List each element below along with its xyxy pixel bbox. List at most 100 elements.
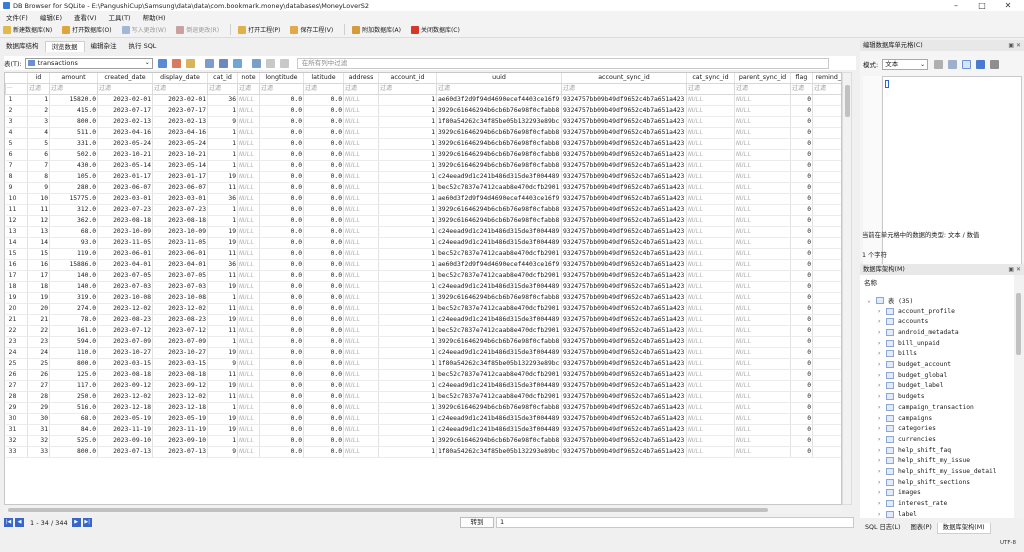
table-cell[interactable]: NULL	[343, 325, 379, 337]
table-cell[interactable]: 0.0	[303, 160, 344, 172]
table-cell[interactable]: 117.0	[49, 380, 98, 392]
table-cell[interactable]: 0	[790, 127, 813, 139]
row-number[interactable]: 33	[5, 446, 28, 458]
new-database-button[interactable]: 新建数据库(N)	[0, 23, 57, 36]
table-cell[interactable]: NULL	[343, 105, 379, 117]
table-cell[interactable]: 125.0	[49, 369, 98, 381]
row-number[interactable]: 20	[5, 303, 28, 315]
table-cell[interactable]: NULL	[686, 193, 735, 205]
row-number[interactable]: 26	[5, 369, 28, 381]
table-cell[interactable]: 1	[207, 204, 238, 216]
table-cell[interactable]: 2023-04-01	[97, 259, 153, 271]
table-cell[interactable]: 2023-07-03	[152, 281, 208, 293]
table-cell[interactable]: 2023-03-15	[152, 358, 208, 370]
table-cell[interactable]: 0	[790, 94, 813, 106]
prev-page-button[interactable]: ◀	[15, 518, 24, 527]
table-cell[interactable]: 9324757bb09b49df9652c4b7a651a423	[561, 391, 687, 403]
table-cell[interactable]: NULL	[734, 281, 791, 293]
table-cell[interactable]: 0.0	[303, 226, 344, 238]
table-cell[interactable]: 1	[378, 237, 437, 249]
table-cell[interactable]: 110.0	[49, 347, 98, 359]
table-cell[interactable]: 1	[207, 160, 238, 172]
table-cell[interactable]: 312.0	[49, 204, 98, 216]
table-cell[interactable]: c24eead9d1c241b486d315de3f004489	[436, 380, 562, 392]
table-cell[interactable]: 20	[27, 303, 50, 315]
table-cell[interactable]: 32	[27, 435, 50, 447]
table-cell[interactable]: NULL	[686, 292, 735, 304]
table-cell[interactable]: NULL	[237, 446, 260, 458]
table-cell[interactable]: NULL	[237, 292, 260, 304]
table-cell[interactable]: 0.0	[303, 347, 344, 359]
table-cell[interactable]: 3	[27, 116, 50, 128]
schema-table-item[interactable]: › budget_global	[876, 370, 947, 380]
table-cell[interactable]: 0.0	[259, 204, 304, 216]
table-cell[interactable]: 0	[790, 358, 813, 370]
table-cell[interactable]: 9324757bb09b49df9652c4b7a651a423	[561, 171, 687, 183]
table-cell[interactable]: 0	[812, 149, 841, 161]
table-cell[interactable]: 0	[790, 149, 813, 161]
table-cell[interactable]: NULL	[343, 127, 379, 139]
table-cell[interactable]: 3929c61646294b6cb6b76e98f0cfabb8	[436, 336, 562, 348]
minimize-button[interactable]: –	[946, 0, 966, 11]
table-cell[interactable]: 0.0	[259, 281, 304, 293]
table-cell[interactable]: 2023-11-19	[152, 424, 208, 436]
table-cell[interactable]: 0	[790, 446, 813, 458]
table-cell[interactable]: 3929c61646294b6cb6b76e98f0cfabb8	[436, 127, 562, 139]
table-cell[interactable]: NULL	[686, 248, 735, 260]
row-number[interactable]: 31	[5, 424, 28, 436]
table-cell[interactable]: 1	[378, 325, 437, 337]
table-cell[interactable]: NULL	[343, 380, 379, 392]
table-cell[interactable]: 2023-01-17	[152, 171, 208, 183]
column-filter-input[interactable]: 过滤	[812, 83, 841, 95]
schema-table-item[interactable]: › bill_unpaid	[876, 338, 940, 348]
table-row[interactable]: 10 10 15775.0 2023-03-01 2023-03-01 36 NULL 0.0…	[5, 193, 841, 205]
table-cell[interactable]: 0.0	[303, 303, 344, 315]
table-cell[interactable]: NULL	[343, 160, 379, 172]
last-page-button[interactable]: ▶|	[82, 518, 92, 527]
table-cell[interactable]: 15886.0	[49, 259, 98, 271]
table-cell[interactable]: 17	[27, 270, 50, 282]
table-row[interactable]: 5 5 331.0 2023-05-24 2023-05-24 1 NULL 0.0 0.0 NU…	[5, 138, 841, 150]
menu-item[interactable]: 编辑(E)	[40, 12, 62, 22]
table-cell[interactable]: 23	[27, 336, 50, 348]
row-number[interactable]: 9	[5, 182, 28, 194]
table-cell[interactable]: 0	[790, 413, 813, 425]
table-cell[interactable]: 800.0	[49, 446, 98, 458]
column-header[interactable]: uuid	[436, 73, 562, 84]
table-cell[interactable]: 9	[207, 116, 238, 128]
table-cell[interactable]: 0.0	[303, 204, 344, 216]
table-cell[interactable]: 3929c61646294b6cb6b76e98f0cfabb8	[436, 105, 562, 117]
table-cell[interactable]: c24eead9d1c241b486d315de3f004489	[436, 237, 562, 249]
table-cell[interactable]: 0	[812, 325, 841, 337]
table-cell[interactable]: 0	[812, 369, 841, 381]
table-cell[interactable]: 9324757bb09b49df9652c4b7a651a423	[561, 105, 687, 117]
table-cell[interactable]: 2023-11-05	[152, 237, 208, 249]
table-cell[interactable]: NULL	[237, 138, 260, 150]
table-cell[interactable]: 0.0	[259, 138, 304, 150]
table-cell[interactable]: 9324757bb09b49df9652c4b7a651a423	[561, 336, 687, 348]
table-cell[interactable]: 0.0	[303, 94, 344, 106]
table-cell[interactable]: 9324757bb09b49df9652c4b7a651a423	[561, 160, 687, 172]
table-cell[interactable]: 0	[812, 336, 841, 348]
save-filter-icon[interactable]	[185, 58, 195, 68]
table-cell[interactable]: 0	[812, 127, 841, 139]
column-filter-input[interactable]: 过滤	[686, 83, 735, 95]
table-cell[interactable]: 15775.0	[49, 193, 98, 205]
table-cell[interactable]: 0	[790, 424, 813, 436]
table-cell[interactable]: NULL	[343, 182, 379, 194]
table-cell[interactable]: 1f80a54262c34f85be05b132293e89bc	[436, 116, 562, 128]
table-cell[interactable]: 1f80a54262c34f85be05b132293e89bc	[436, 446, 562, 458]
table-cell[interactable]: 1	[378, 336, 437, 348]
table-cell[interactable]: 1	[378, 303, 437, 315]
table-cell[interactable]: 0.0	[303, 259, 344, 271]
filter-all-columns-input[interactable]: 在所有列中过滤	[296, 57, 829, 69]
table-cell[interactable]: 0.0	[259, 391, 304, 403]
table-cell[interactable]: 516.0	[49, 402, 98, 414]
table-cell[interactable]: 0.0	[303, 435, 344, 447]
table-row[interactable]: 30 30 68.0 2023-05-19 2023-05-19 19 NULL 0.0 0.0…	[5, 413, 841, 425]
table-cell[interactable]: 0.0	[303, 281, 344, 293]
table-cell[interactable]: 2023-01-17	[97, 171, 153, 183]
table-cell[interactable]: 2023-06-07	[152, 182, 208, 194]
table-cell[interactable]: 1	[378, 204, 437, 216]
table-cell[interactable]: 0.0	[259, 270, 304, 282]
